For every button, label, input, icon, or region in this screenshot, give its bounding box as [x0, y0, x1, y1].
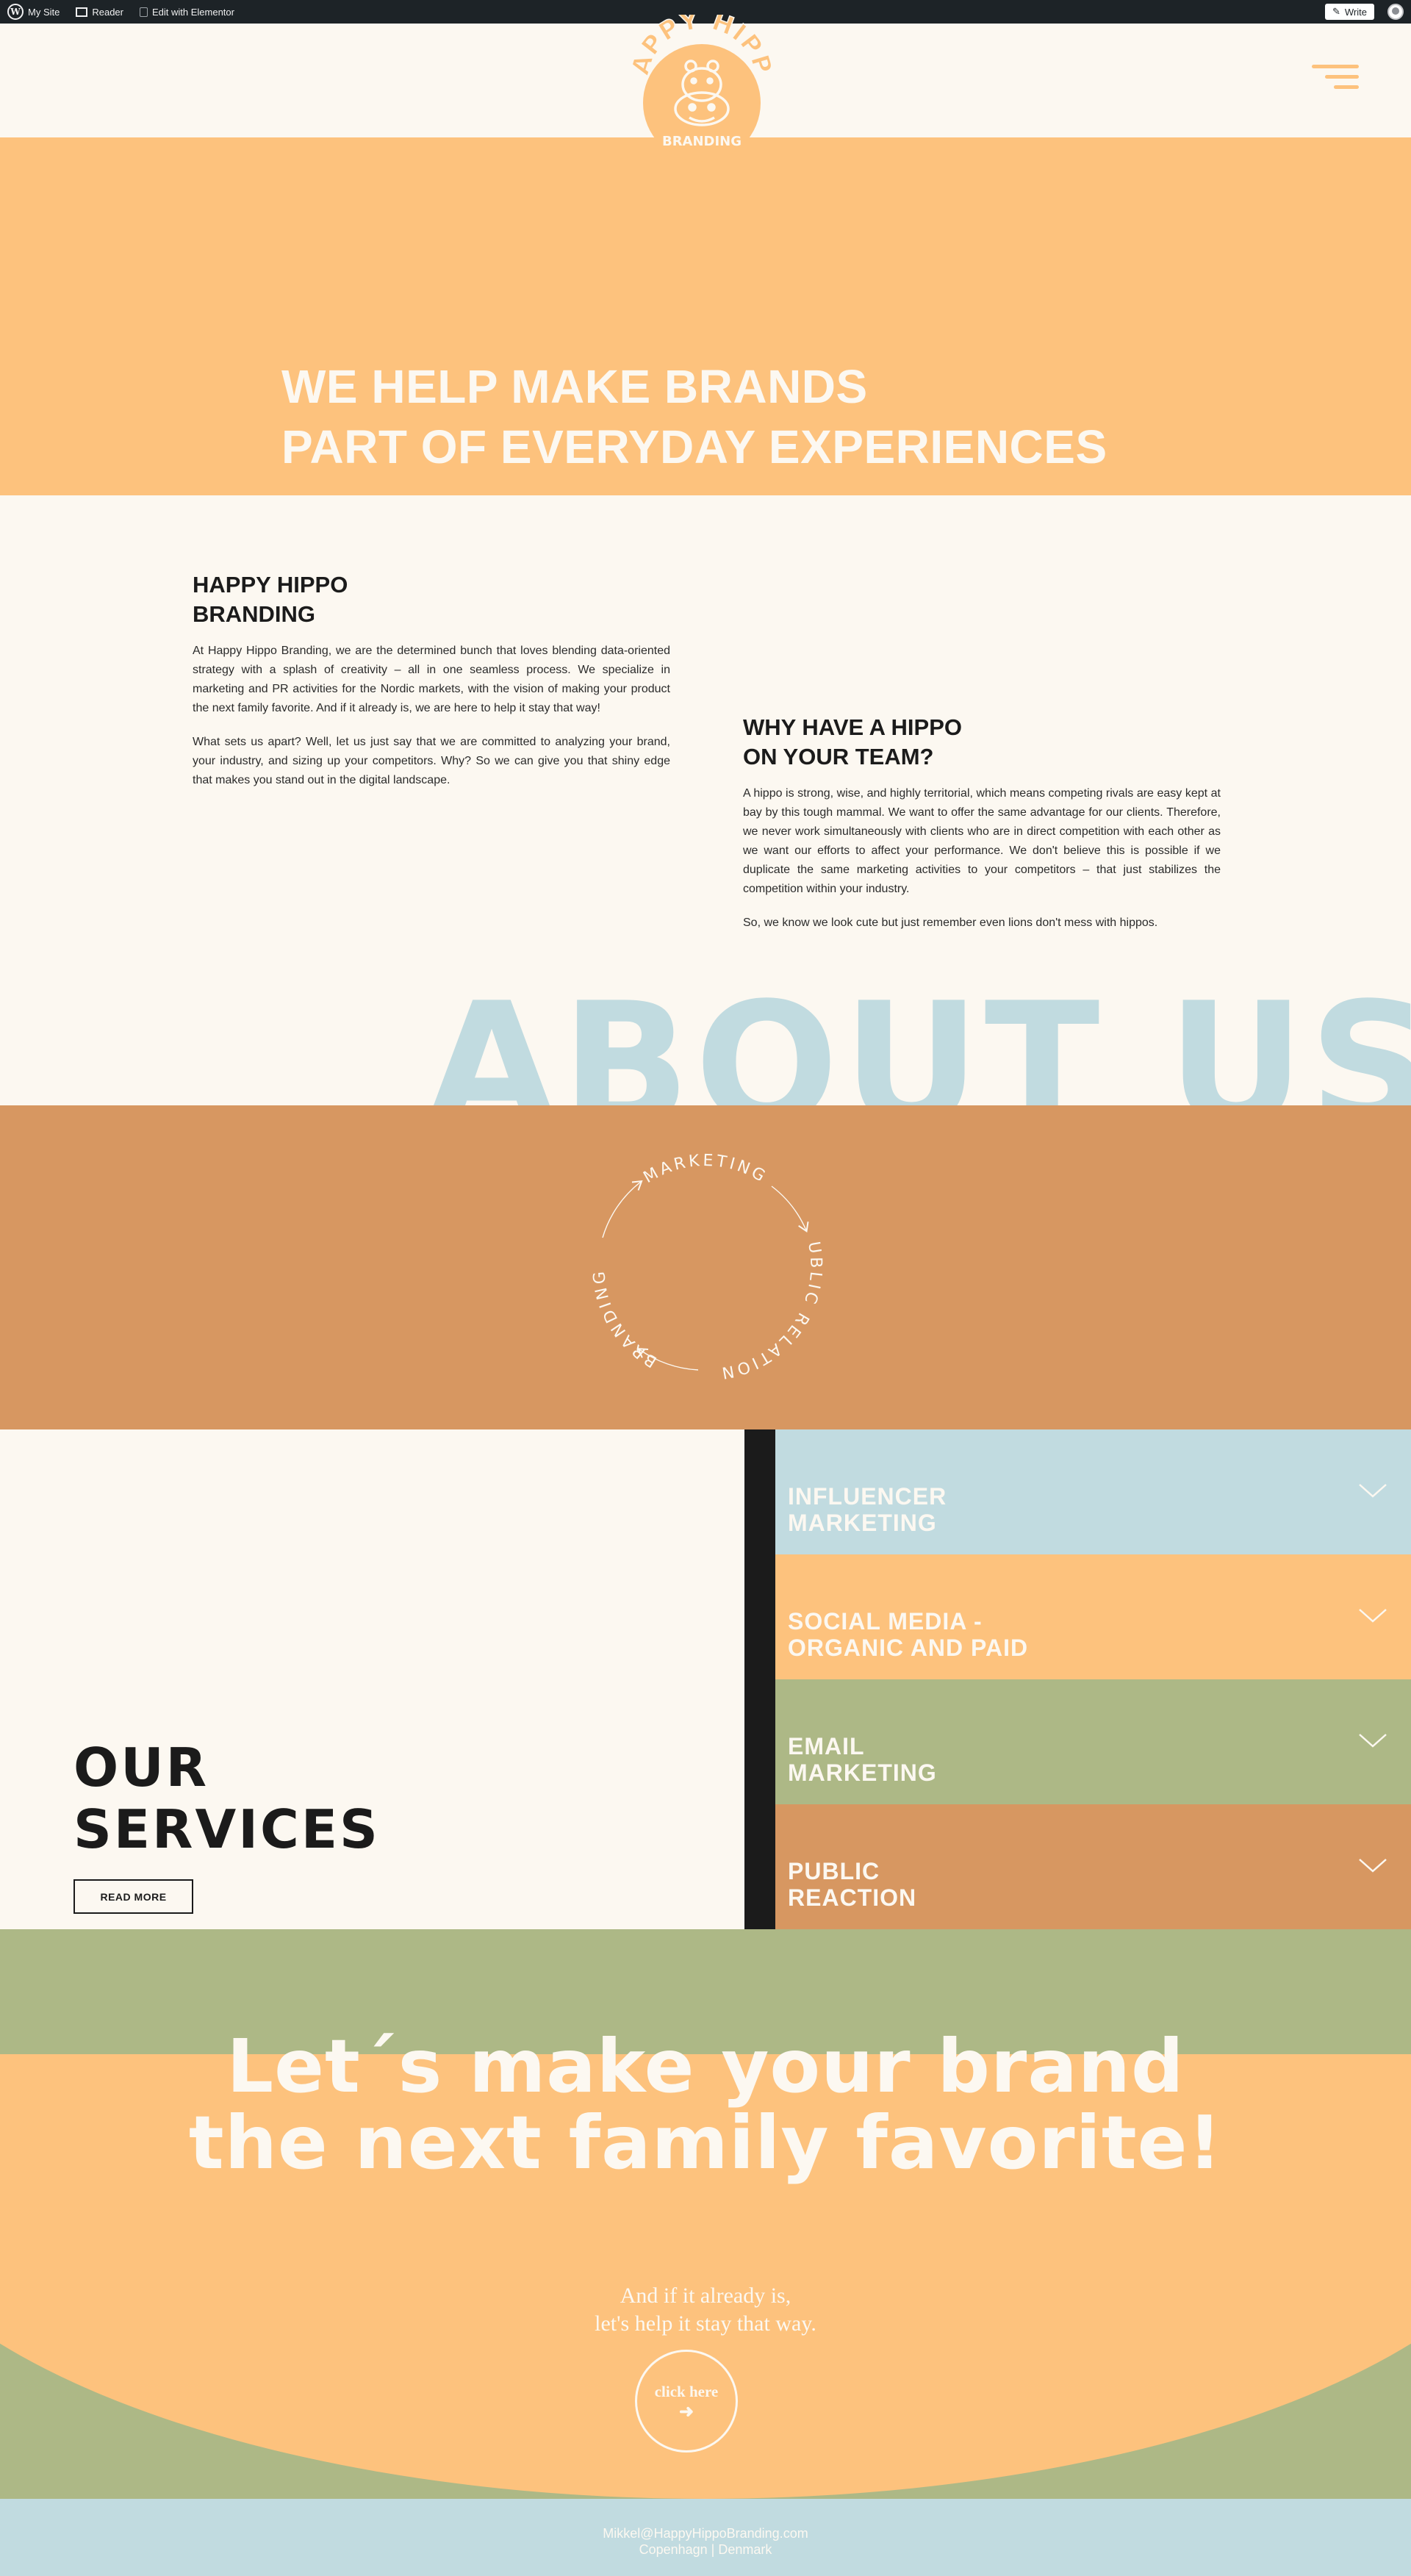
accordion-label-line-2: MARKETING: [788, 1510, 937, 1536]
why-title-line-2: ON YOUR TEAM?: [743, 744, 934, 769]
hero-section: WE HELP MAKE BRANDS PART OF EVERYDAY EXP…: [0, 137, 1411, 495]
cta-subtext-line-1: And if it already is,: [620, 2283, 791, 2308]
cycle-label-marketing: MARKETING: [641, 1152, 768, 1187]
pen-icon: ✎: [1332, 6, 1340, 17]
cta-headline-line-1: Let´s make your brand: [226, 2023, 1185, 2109]
why-column: WHY HAVE A HIPPO ON YOUR TEAM? A hippo i…: [743, 713, 1221, 947]
why-paragraph-2: So, we know we look cute but just rememb…: [743, 916, 1158, 929]
accordion-public-reaction[interactable]: PUBLIC REACTION: [775, 1804, 1411, 1929]
footer-location: Copenhagn | Denmark: [639, 2542, 772, 2557]
cycle-arrow: [602, 1180, 643, 1238]
chevron-down-icon: [1359, 1484, 1387, 1498]
intro-title-line-1: HAPPY HIPPO: [193, 572, 348, 598]
services-cycle-diagram: MARKETING PUBLIC RELATIONS BRANDING: [559, 1120, 822, 1382]
svg-text:MARKETING: MARKETING: [641, 1152, 771, 1187]
services-section: OUR SERVICES READ MORE INFLUENCER MARKET…: [0, 1429, 1411, 1929]
accordion-label-line-2: ORGANIC AND PAID: [788, 1635, 1029, 1661]
services-title: OUR SERVICES: [73, 1737, 380, 1860]
accordion-influencer-marketing[interactable]: INFLUENCER MARKETING: [775, 1429, 1411, 1554]
hero-line-1: WE HELP MAKE BRANDS: [281, 360, 868, 413]
accordion-email-marketing[interactable]: EMAIL MARKETING: [775, 1679, 1411, 1804]
edit-elementor-link[interactable]: Edit with Elementor: [132, 0, 243, 24]
accordion-label: EMAIL MARKETING: [788, 1733, 937, 1786]
accordion-label-line-1: EMAIL: [788, 1733, 865, 1759]
site-footer: Mikkel@HappyHippoBranding.com Copenhagn …: [0, 2499, 1411, 2576]
click-here-label: click here: [654, 2382, 719, 2400]
accordion-label-line-1: SOCIAL MEDIA -: [788, 1608, 983, 1635]
services-title-line-1: OUR: [73, 1737, 209, 1798]
intro-paragraph-2: What sets us apart? Well, let us just sa…: [193, 736, 670, 786]
arrow-right-icon: ➜: [678, 2402, 694, 2422]
click-here-button[interactable]: click here ➜: [635, 2350, 738, 2453]
write-button[interactable]: ✎ Write: [1324, 4, 1374, 20]
intro-paragraph-1: At Happy Hippo Branding, we are the dete…: [193, 645, 670, 714]
cycle-label-branding: BRANDING: [590, 1268, 657, 1371]
my-site-link[interactable]: W My Site: [0, 0, 68, 24]
cta-headline: Let´s make your brand the next family fa…: [0, 2028, 1411, 2181]
reader-icon: [76, 7, 88, 17]
cta-headline-line-2: the next family favorite!: [188, 2100, 1223, 2186]
cycle-arrow: [771, 1185, 809, 1233]
edit-elementor-label: Edit with Elementor: [151, 6, 234, 18]
hero-line-2: PART OF EVERYDAY EXPERIENCES: [281, 420, 1107, 473]
accordion-social-media[interactable]: SOCIAL MEDIA - ORGANIC AND PAID: [775, 1554, 1411, 1679]
elementor-icon: [139, 7, 148, 17]
reader-label: Reader: [92, 6, 123, 18]
avatar[interactable]: [1387, 4, 1404, 20]
why-title-line-1: WHY HAVE A HIPPO: [743, 714, 962, 740]
menu-line: [1334, 85, 1359, 89]
cta-subtext: And if it already is, let's help it stay…: [0, 2282, 1411, 2338]
menu-line: [1312, 65, 1359, 68]
hero-headline: WE HELP MAKE BRANDS PART OF EVERYDAY EXP…: [281, 356, 1107, 477]
accordion-label-line-2: REACTION: [788, 1884, 917, 1911]
chevron-down-icon: [1359, 1859, 1387, 1873]
accordion-label-line-2: MARKETING: [788, 1759, 937, 1786]
svg-text:BRANDING: BRANDING: [590, 1268, 660, 1371]
wordpress-icon: W: [7, 4, 24, 20]
accordion-label: PUBLIC REACTION: [788, 1858, 916, 1911]
services-title-line-2: SERVICES: [73, 1798, 380, 1860]
menu-toggle-button[interactable]: [1312, 65, 1363, 97]
read-more-button[interactable]: READ MORE: [73, 1879, 193, 1914]
accordion-label: SOCIAL MEDIA - ORGANIC AND PAID: [788, 1608, 1028, 1661]
intro-column: HAPPY HIPPO BRANDING At Happy Hippo Bran…: [193, 570, 670, 805]
cta-subtext-line-2: let's help it stay that way.: [595, 2311, 816, 2336]
services-cycle-section: MARKETING PUBLIC RELATIONS BRANDING: [0, 1105, 1411, 1429]
services-divider: [744, 1429, 775, 1929]
footer-email-link[interactable]: Mikkel@HappyHippoBranding.com: [0, 2525, 1411, 2541]
intro-title: HAPPY HIPPO BRANDING: [193, 570, 670, 629]
accordion-label-line-1: PUBLIC: [788, 1858, 880, 1884]
about-us-heading: ABOUT US: [426, 977, 1411, 1105]
site-logo[interactable]: HAPPY HIPPO BRANDING: [620, 0, 778, 162]
intro-title-line-2: BRANDING: [193, 601, 316, 627]
my-site-label: My Site: [28, 6, 60, 18]
write-label: Write: [1344, 6, 1367, 18]
chevron-down-icon: [1359, 1609, 1387, 1623]
menu-line: [1325, 75, 1359, 79]
logo-sub-text: BRANDING: [662, 134, 742, 149]
why-title: WHY HAVE A HIPPO ON YOUR TEAM?: [743, 713, 1221, 772]
accordion-label: INFLUENCER MARKETING: [788, 1483, 947, 1536]
why-paragraph-1: A hippo is strong, wise, and highly terr…: [743, 787, 1221, 895]
accordion-label-line-1: INFLUENCER: [788, 1483, 947, 1510]
chevron-down-icon: [1359, 1734, 1387, 1748]
reader-link[interactable]: Reader: [68, 0, 132, 24]
